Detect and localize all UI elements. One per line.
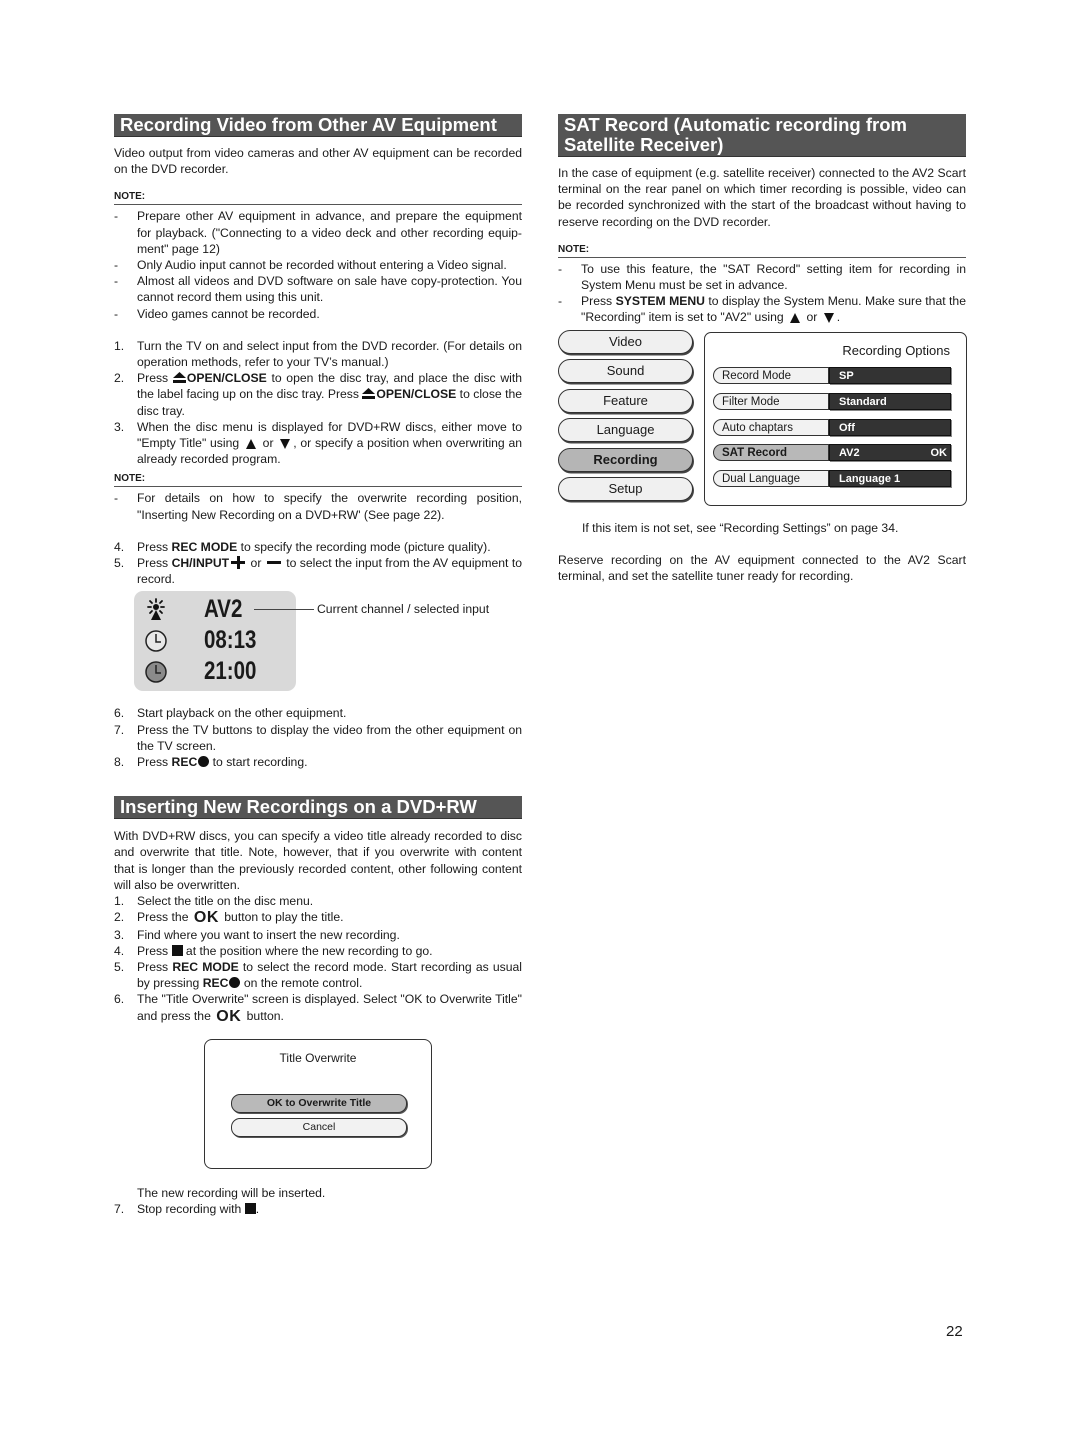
stop-icon <box>244 1202 256 1214</box>
step-item: 2. Press the OK button to play the title. <box>114 909 344 927</box>
step-item: 8. Press REC to start recording. <box>114 755 308 770</box>
osd-display-illustration: AV2 08:13 21:00 Current channel / select… <box>114 591 522 699</box>
osd-time-row: 08:13 <box>134 625 296 655</box>
page-number: 22 <box>946 1323 963 1340</box>
eject-icon <box>172 372 186 384</box>
step-item: 5. Press REC MODE to select the record mo… <box>114 959 522 991</box>
title-overwrite-dialog: Title Overwrite OK to Overwrite Title Ca… <box>204 1038 432 1169</box>
minus-icon <box>266 556 281 568</box>
menu-category-feature[interactable]: Feature <box>558 388 693 413</box>
osd-end-time-row: 21:00 <box>134 656 296 686</box>
note-item: - Only Audio input cannot be recorded wit… <box>114 258 507 273</box>
step-item: 6. Start playback on the other equipment. <box>114 706 347 721</box>
note-label: NOTE: <box>114 191 522 206</box>
after-dialog-text: The new recording will be inserted. <box>137 1185 326 1200</box>
antenna-icon <box>147 598 165 621</box>
down-arrow-icon <box>823 313 834 324</box>
note-list: - To use this feature, the "SAT Record" s… <box>558 261 966 326</box>
note-list: - For details on how to specify the overw… <box>114 490 522 522</box>
step-item: 2. Press OPEN/CLOSE to open the disc tray… <box>114 371 523 418</box>
steps-list-final: 7. Stop recording with . <box>114 1201 522 1217</box>
section-heading-recording-video: Recording Video from Other AV Equipment <box>114 114 522 137</box>
record-dot-icon <box>198 756 210 768</box>
steps-list-a: 1. Turn the TV on and select input from t… <box>114 338 522 468</box>
steps-list-c: 6. Start playback on the other equipment.… <box>114 705 522 770</box>
step-item: 4. Press at the position where the new re… <box>114 943 433 958</box>
section-heading-sat-record: SAT Record (Automatic recording from Sat… <box>558 114 966 157</box>
steps-list-insert: 1. Select the title on the disc menu. 2. P… <box>114 893 522 1025</box>
steps-list-b: 4. Press REC MODE to specify the recordin… <box>114 539 522 588</box>
osd-channel: AV2 <box>204 595 243 624</box>
recording-options-panel: Recording Options Record Mode SP Filter … <box>704 331 967 506</box>
step-item: 3. When the disc menu is displayed for DV… <box>114 419 523 467</box>
menu-category-video[interactable]: Video <box>558 329 693 354</box>
menu-category-language[interactable]: Language <box>558 417 693 442</box>
intro-paragraph: In the case of equipment (e.g. satellite… <box>558 166 966 229</box>
menu-category-sound[interactable]: Sound <box>558 358 693 383</box>
down-arrow-icon <box>280 438 291 449</box>
if-not-set-text: If this item is not set, see “Recording … <box>582 520 899 535</box>
intro-paragraph: With DVD+RW discs, you can specify a vid… <box>114 829 522 892</box>
callout-line <box>254 609 314 611</box>
ok-button-icon: OK <box>193 909 219 927</box>
closing-paragraph: Reserve recording on the AV equipment co… <box>558 552 966 584</box>
menu-category-recording[interactable]: Recording <box>558 447 693 472</box>
note-item: - Prepare other AV equipment in advance, … <box>114 209 522 256</box>
step-item: 6. The "Title Overwrite" screen is displa… <box>114 992 522 1025</box>
step-item: 5. Press CH/INPUT or to select the input … <box>114 556 522 587</box>
option-row-filter-mode[interactable]: Filter Mode Standard <box>713 392 951 412</box>
cancel-button[interactable]: Cancel <box>231 1117 407 1137</box>
option-row-sat-record[interactable]: SAT Record AV2 OK <box>713 443 951 463</box>
callout-label: Current channel / selected input <box>317 602 490 617</box>
osd-current-time: 08:13 <box>204 626 257 655</box>
step-item: 7. Press the TV buttons to display the vi… <box>114 722 522 753</box>
menu-category-setup[interactable]: Setup <box>558 476 693 501</box>
step-item: 7. Stop recording with . <box>114 1201 260 1216</box>
clock-icon <box>145 630 167 653</box>
up-arrow-icon <box>790 313 801 324</box>
option-row-record-mode[interactable]: Record Mode SP <box>713 366 951 386</box>
section-heading-inserting: Inserting New Recordings on a DVD+RW <box>114 796 522 820</box>
left-column: Recording Video from Other AV Equipment … <box>114 114 522 1217</box>
record-dot-icon <box>229 977 241 989</box>
note-item: - Almost all videos and DVD software on … <box>114 274 522 305</box>
up-arrow-icon <box>245 438 256 449</box>
ok-button-icon: OK <box>216 1007 242 1025</box>
eject-icon <box>362 388 376 400</box>
osd-end-time: 21:00 <box>204 657 257 686</box>
step-item: 1. Select the title on the disc menu. <box>114 894 314 909</box>
dialog-title: Title Overwrite <box>279 1050 357 1065</box>
step-item: 3. Find where you want to insert the new … <box>114 927 400 942</box>
option-row-dual-language[interactable]: Dual Language Language 1 <box>713 469 951 489</box>
plus-icon <box>231 556 246 570</box>
note-label: NOTE: <box>558 244 966 258</box>
stop-icon <box>171 944 183 956</box>
osd-panel: AV2 08:13 21:00 <box>134 591 296 692</box>
note-label: NOTE: <box>114 473 522 488</box>
note-item: - Video games cannot be recorded. <box>114 306 320 321</box>
clock-filled-icon <box>145 661 167 684</box>
note-item: - To use this feature, the "SAT Record" s… <box>558 261 966 293</box>
ok-to-overwrite-button[interactable]: OK to Overwrite Title <box>231 1093 407 1113</box>
step-item: 1. Turn the TV on and select input from t… <box>114 338 522 370</box>
right-column: SAT Record (Automatic recording from Sat… <box>558 114 967 584</box>
step-item: 4. Press REC MODE to specify the recordin… <box>114 539 491 554</box>
option-row-auto-chapters[interactable]: Auto chaptars Off <box>713 418 951 438</box>
intro-paragraph: Video output from video cameras and othe… <box>114 146 522 177</box>
system-menu-illustration: Video Sound Feature Language Recording S… <box>558 329 967 512</box>
panel-title: Recording Options <box>842 342 950 358</box>
note-item: - For details on how to specify the overw… <box>114 491 522 522</box>
note-list: - Prepare other AV equipment in advance, … <box>114 208 522 321</box>
note-item: - Press SYSTEM MENU to display the System… <box>558 294 966 325</box>
